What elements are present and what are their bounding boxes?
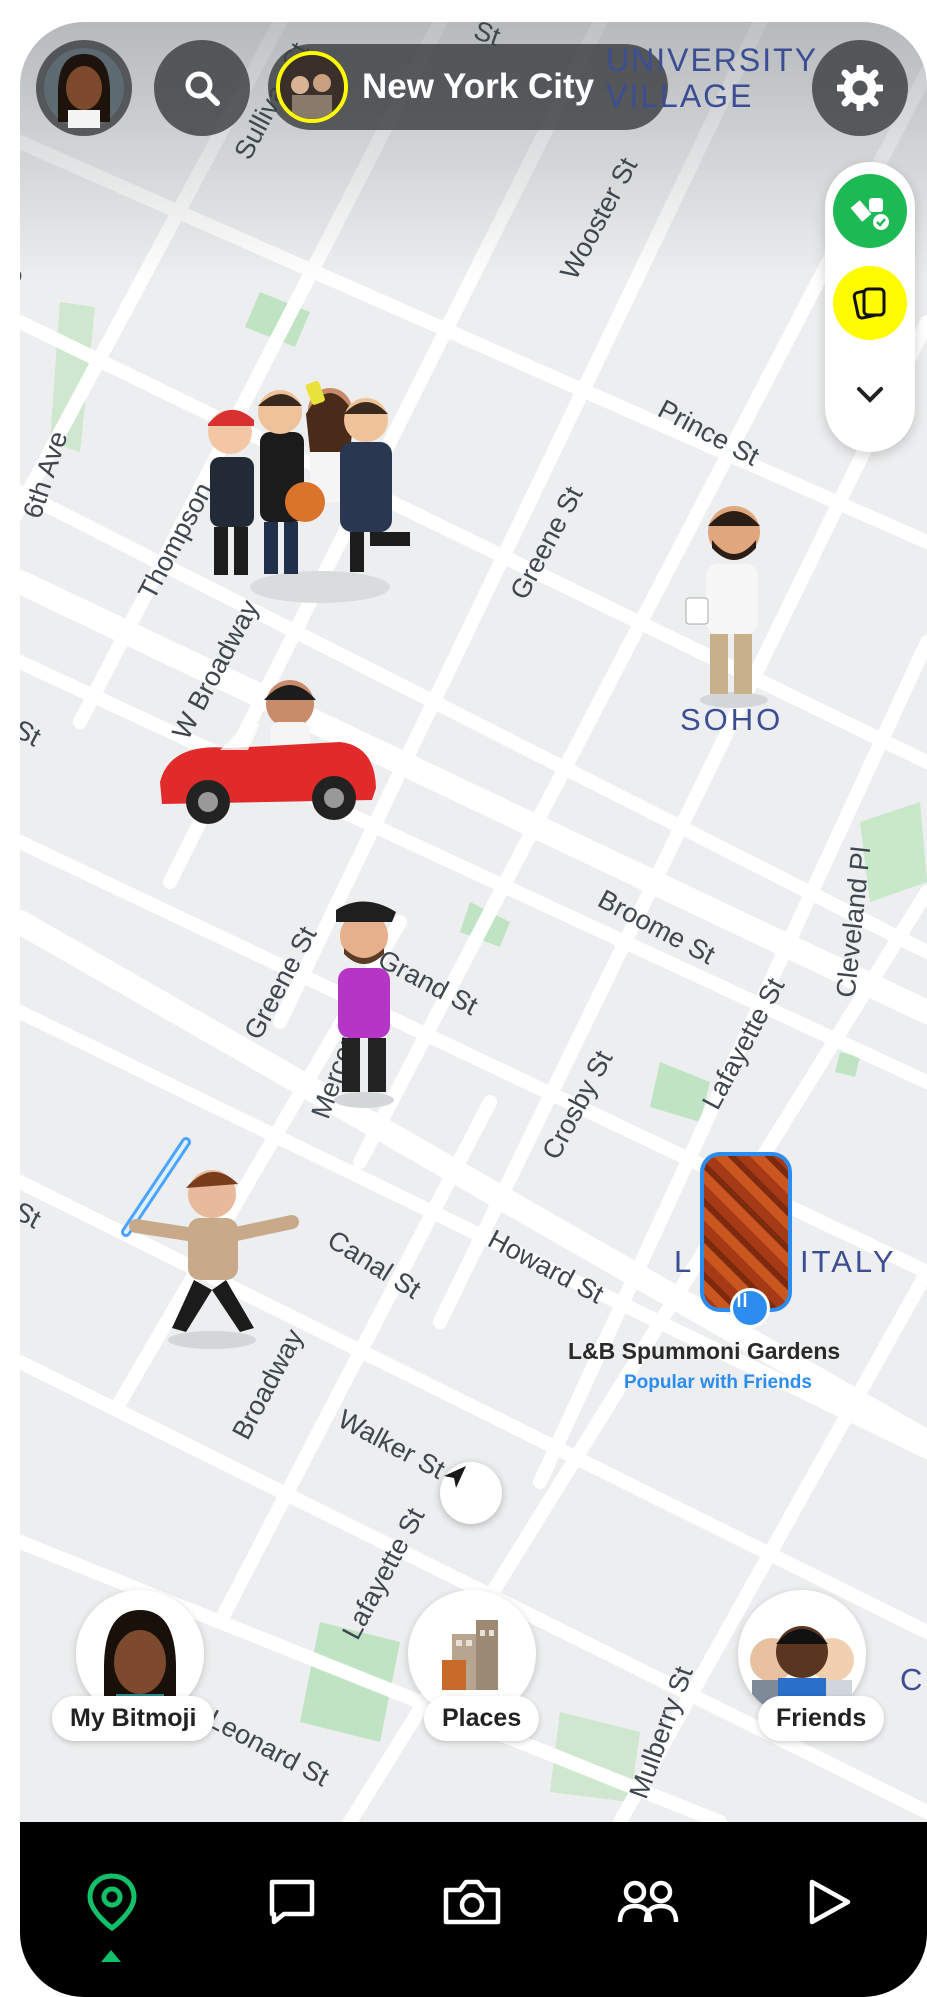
search-button[interactable]	[154, 40, 250, 136]
profile-avatar-button[interactable]	[36, 40, 132, 136]
expand-panel-button[interactable]	[847, 372, 893, 418]
recenter-button[interactable]	[440, 1462, 502, 1524]
avatar	[44, 48, 124, 128]
friends-button[interactable]: Friends	[758, 1696, 885, 1741]
nav-friends[interactable]	[608, 1862, 688, 1942]
friend-group-illustration	[208, 381, 410, 603]
satellite-icon	[850, 198, 889, 230]
location-title: New York City	[362, 67, 595, 106]
story-ring-thumbnail	[276, 51, 348, 123]
gear-icon	[837, 65, 883, 111]
friend-bitmoji[interactable]	[116, 1122, 306, 1352]
friend-bitmoji[interactable]	[314, 892, 414, 1112]
friend-car-bitmoji[interactable]	[150, 662, 380, 842]
friend-group-bitmoji[interactable]	[190, 362, 450, 612]
memories-layer-button[interactable]	[833, 266, 907, 340]
friend-illustration	[334, 901, 396, 1108]
location-arrow-icon	[444, 1466, 466, 1488]
neighborhood-label: C	[900, 1662, 926, 1697]
car-illustration	[160, 680, 376, 824]
place-pin[interactable]	[700, 1152, 800, 1328]
map-streets	[20, 22, 927, 1822]
active-indicator-icon	[101, 1950, 121, 1962]
bottom-navigation	[20, 1822, 927, 1997]
nav-chat[interactable]	[252, 1862, 332, 1942]
place-subtitle: Popular with Friends	[624, 1372, 812, 1393]
friend-bitmoji[interactable]	[676, 482, 786, 712]
map-view[interactable]: Sullivan St Wooster St Prince St 6th Ave…	[20, 22, 927, 1822]
neighborhood-label-top: UNIVERSITY VILLAGE	[606, 42, 818, 114]
friend-illustration	[121, 1137, 299, 1349]
settings-button[interactable]	[812, 40, 908, 136]
camera-icon	[443, 1879, 501, 1925]
phone-frame: Sullivan St Wooster St Prince St 6th Ave…	[20, 22, 927, 1997]
nav-stories[interactable]	[788, 1862, 868, 1942]
search-icon	[185, 71, 220, 106]
cards-icon	[852, 287, 886, 320]
map-pin-icon	[87, 1873, 137, 1932]
chevron-down-icon	[857, 387, 883, 403]
my-bitmoji-button[interactable]: My Bitmoji	[52, 1696, 215, 1741]
nav-map[interactable]	[72, 1862, 152, 1942]
satellite-layer-button[interactable]	[833, 174, 907, 248]
map-layers-panel	[825, 162, 915, 452]
pizza-image	[704, 1156, 788, 1308]
neighborhood-label: ITALY	[800, 1244, 897, 1279]
friend-illustration	[685, 506, 768, 708]
neighborhood-label: L	[674, 1244, 695, 1279]
chat-icon	[269, 1879, 315, 1925]
fork-knife-icon	[730, 1288, 770, 1328]
play-icon	[809, 1879, 851, 1925]
friends-icon	[617, 1880, 679, 1923]
place-name[interactable]: L&B Spummoni Gardens	[568, 1338, 840, 1365]
places-button[interactable]: Places	[424, 1696, 540, 1741]
nav-camera[interactable]	[432, 1862, 512, 1942]
